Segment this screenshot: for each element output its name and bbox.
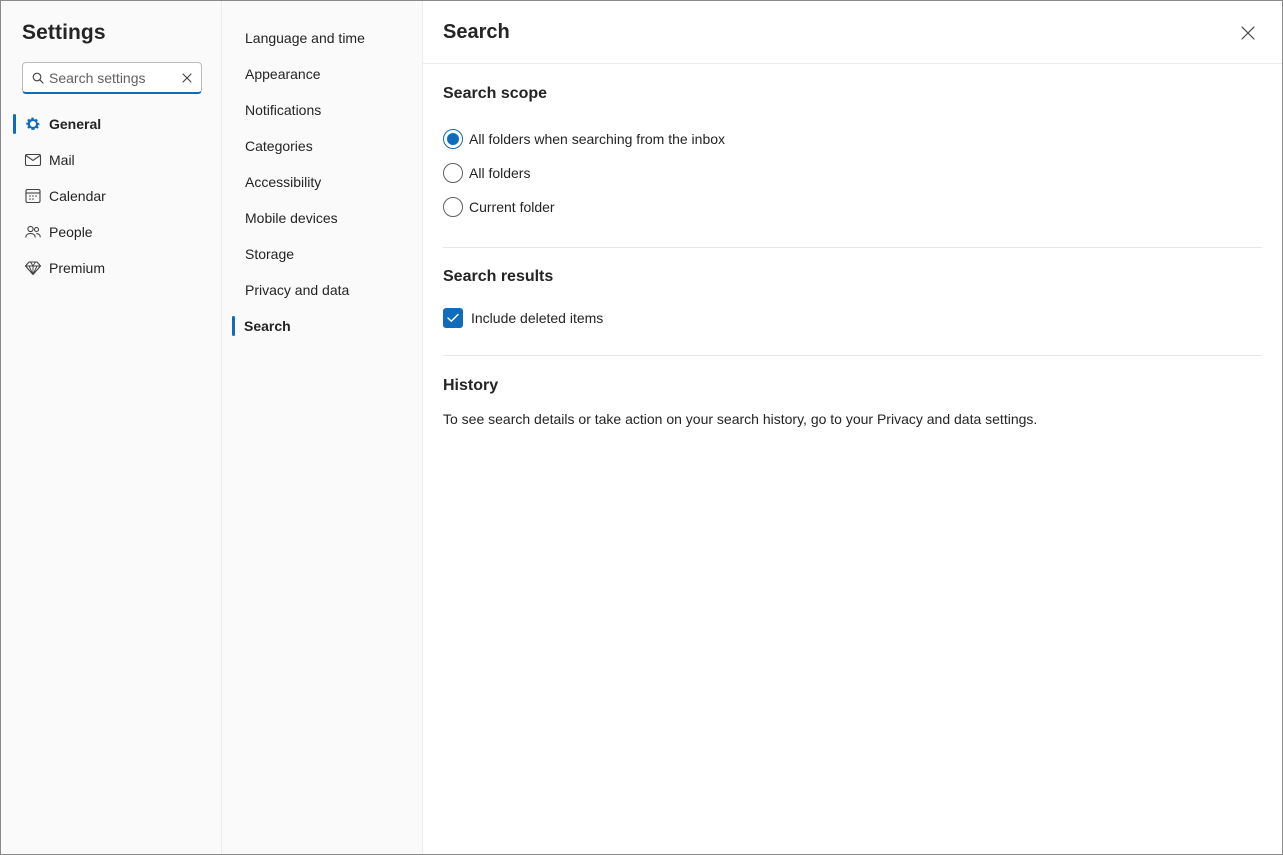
subnav-item-mobile-devices[interactable]: Mobile devices xyxy=(222,200,422,236)
sidebar-nav: General Mail Calendar People Premium xyxy=(1,106,222,286)
section-divider xyxy=(443,355,1262,356)
sidebar-item-label: People xyxy=(49,224,93,240)
include-deleted-items-checkbox[interactable] xyxy=(443,308,463,328)
sidebar-item-people[interactable]: People xyxy=(1,214,222,250)
radio-button[interactable] xyxy=(443,163,463,183)
subnav-list: Language and time Appearance Notificatio… xyxy=(222,20,422,344)
search-settings-input[interactable] xyxy=(49,64,173,91)
sidebar-item-label: General xyxy=(49,116,102,132)
calendar-icon xyxy=(23,186,43,206)
radio-label: All folders when searching from the inbo… xyxy=(469,131,726,147)
sidebar-item-general[interactable]: General xyxy=(1,106,222,142)
search-icon xyxy=(23,72,49,84)
radio-all-folders-inbox[interactable]: All folders when searching from the inbo… xyxy=(443,122,1262,156)
section-divider xyxy=(443,247,1262,248)
subnav-item-appearance[interactable]: Appearance xyxy=(222,56,422,92)
sidebar-item-calendar[interactable]: Calendar xyxy=(1,178,222,214)
settings-dialog: Settings General xyxy=(0,0,1283,855)
clear-search-icon[interactable] xyxy=(173,72,201,83)
page-header: Search xyxy=(423,1,1282,64)
page-title: Search xyxy=(443,21,510,43)
subnav-item-accessibility[interactable]: Accessibility xyxy=(222,164,422,200)
subnav-item-privacy-and-data[interactable]: Privacy and data xyxy=(222,272,422,308)
sidebar-item-label: Premium xyxy=(49,260,106,276)
diamond-icon xyxy=(23,258,43,278)
search-settings-panel: Search Search scope All folders when sea… xyxy=(423,1,1282,854)
mail-icon xyxy=(23,150,43,170)
radio-current-folder[interactable]: Current folder xyxy=(443,190,1262,224)
close-icon xyxy=(1241,26,1255,40)
people-icon xyxy=(23,222,43,242)
search-scope-section: Search scope All folders when searching … xyxy=(443,85,1262,224)
radio-label: Current folder xyxy=(469,199,555,215)
subnav-item-search[interactable]: Search xyxy=(222,308,422,344)
settings-sidebar: Settings General xyxy=(1,1,222,854)
subnav-item-storage[interactable]: Storage xyxy=(222,236,422,272)
sidebar-item-label: Mail xyxy=(49,152,75,168)
sidebar-item-premium[interactable]: Premium xyxy=(1,250,222,286)
sidebar-item-mail[interactable]: Mail xyxy=(1,142,222,178)
radio-button-checked[interactable] xyxy=(443,129,463,149)
checkmark-icon xyxy=(447,313,459,322)
general-subnav: Language and time Appearance Notificatio… xyxy=(222,1,423,854)
radio-label: All folders xyxy=(469,165,531,181)
subnav-item-categories[interactable]: Categories xyxy=(222,128,422,164)
search-settings-box[interactable] xyxy=(22,62,202,94)
include-deleted-items-row[interactable]: Include deleted items xyxy=(443,307,1262,329)
history-title: History xyxy=(443,377,499,394)
settings-title: Settings xyxy=(22,21,106,44)
search-results-title: Search results xyxy=(443,268,554,285)
search-results-section: Search results Include deleted items xyxy=(443,268,1262,329)
radio-all-folders[interactable]: All folders xyxy=(443,156,1262,190)
history-description: To see search details or take action on … xyxy=(443,411,1038,427)
sidebar-item-label: Calendar xyxy=(49,188,106,204)
search-scope-title: Search scope xyxy=(443,85,548,102)
close-button[interactable] xyxy=(1236,21,1260,45)
include-deleted-items-label: Include deleted items xyxy=(471,310,604,326)
radio-button[interactable] xyxy=(443,197,463,217)
history-section: History To see search details or take ac… xyxy=(443,377,1262,427)
subnav-item-language-and-time[interactable]: Language and time xyxy=(222,20,422,56)
gear-icon xyxy=(23,114,43,134)
subnav-item-notifications[interactable]: Notifications xyxy=(222,92,422,128)
search-scope-radio-group: All folders when searching from the inbo… xyxy=(443,122,1262,224)
